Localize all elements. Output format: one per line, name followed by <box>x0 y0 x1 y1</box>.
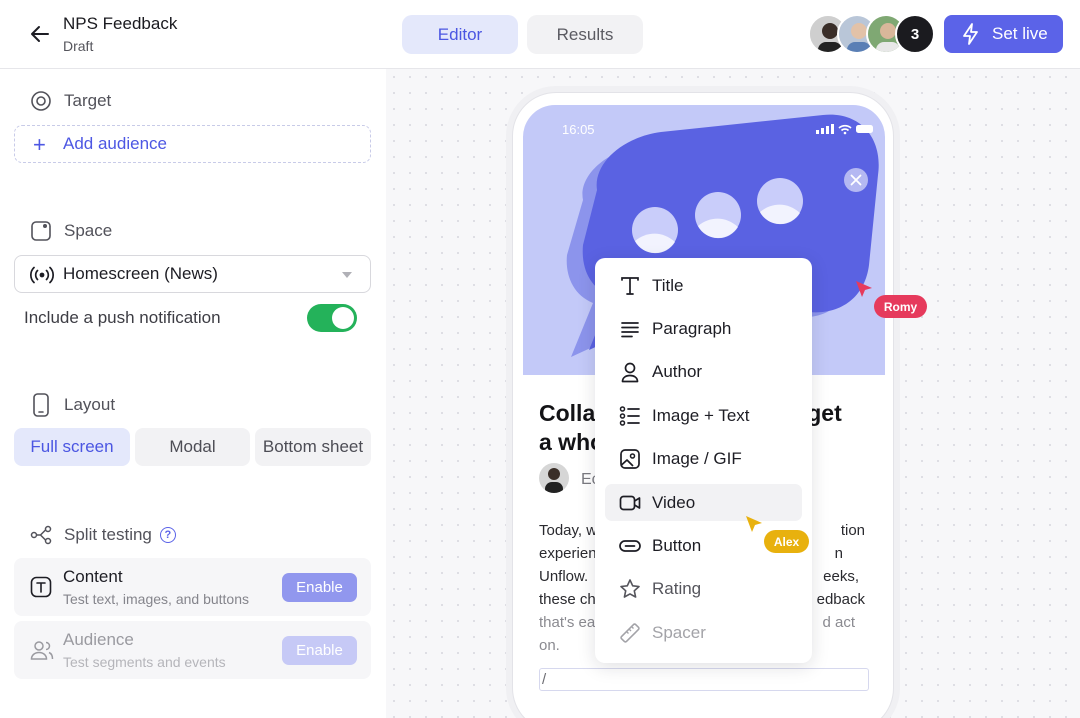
text-box-icon <box>30 576 52 598</box>
help-icon[interactable]: ? <box>159 527 176 543</box>
document-status: Draft <box>63 38 94 54</box>
split-test-audience-card: Audience Test segments and events Enable <box>14 621 371 679</box>
menu-item-spacer[interactable]: Spacer <box>605 614 802 651</box>
menu-item-image-gif[interactable]: Image / GIF <box>605 440 802 477</box>
cursor-pointer-icon <box>856 281 872 297</box>
block-command-input[interactable]: / <box>539 668 869 691</box>
ruler-icon <box>620 623 640 643</box>
status-bar-time: 16:05 <box>562 122 595 137</box>
layout-section-heading: Layout <box>30 393 115 417</box>
set-live-label: Set live <box>992 24 1048 43</box>
document-title: NPS Feedback <box>63 14 178 33</box>
menu-item-image-text[interactable]: Image + Text <box>605 397 802 434</box>
menu-item-author[interactable]: Author <box>605 353 802 390</box>
target-icon <box>31 91 51 111</box>
author-avatar <box>539 463 569 493</box>
plus-icon: + <box>33 132 46 157</box>
layout-option-modal[interactable]: Modal <box>135 428 250 466</box>
settings-sidebar: Target + Add audience Space Homescreen (… <box>0 69 386 718</box>
top-bar: NPS Feedback Draft Editor Results 3 Set … <box>0 0 1080 69</box>
button-icon <box>619 540 641 552</box>
menu-item-video[interactable]: Video <box>605 484 802 521</box>
menu-item-title[interactable]: Title <box>605 267 802 304</box>
cursor-pointer-icon <box>746 516 762 532</box>
space-selected-value: Homescreen (News) <box>63 264 218 283</box>
space-select[interactable]: Homescreen (News) <box>14 255 371 293</box>
status-bar-icons <box>816 124 873 135</box>
broadcast-icon <box>30 266 54 284</box>
person-icon <box>621 362 639 383</box>
layout-option-bottom-sheet[interactable]: Bottom sheet <box>255 428 371 466</box>
back-arrow-icon[interactable] <box>26 20 54 48</box>
list-icon <box>619 406 640 426</box>
push-notification-toggle[interactable] <box>307 304 357 332</box>
enable-content-test-button[interactable]: Enable <box>282 573 357 602</box>
video-icon <box>619 495 641 511</box>
chevron-down-icon <box>342 272 352 278</box>
lightning-icon <box>963 23 978 45</box>
toggle-knob <box>332 307 354 329</box>
layout-option-full-screen[interactable]: Full screen <box>14 428 130 466</box>
split-test-title: Audience <box>63 630 134 649</box>
tab-results[interactable]: Results <box>527 15 643 54</box>
split-icon <box>30 525 52 545</box>
enable-audience-test-button[interactable]: Enable <box>282 636 357 665</box>
menu-item-paragraph[interactable]: Paragraph <box>605 310 802 347</box>
tab-editor[interactable]: Editor <box>402 15 518 54</box>
split-test-title: Content <box>63 567 123 586</box>
paragraph-icon <box>621 322 639 338</box>
space-section-heading: Space <box>30 220 112 242</box>
users-icon <box>30 641 54 660</box>
cursor-label-alex: Alex <box>764 530 809 553</box>
phone-icon <box>33 393 49 417</box>
split-test-content-card: Content Test text, images, and buttons E… <box>14 558 371 616</box>
add-audience-button[interactable]: + Add audience <box>14 125 371 163</box>
split-testing-section-heading: Split testing ? <box>30 524 176 546</box>
cursor-label-romy: Romy <box>874 295 927 318</box>
split-test-subtitle: Test text, images, and buttons <box>63 591 249 607</box>
star-icon <box>620 579 640 598</box>
space-icon <box>31 221 51 241</box>
more-collaborators-count: 3 <box>895 14 935 54</box>
image-icon <box>620 449 640 469</box>
insert-block-menu: Title Paragraph Author Image + Text Imag… <box>595 258 812 663</box>
menu-item-rating[interactable]: Rating <box>605 570 802 607</box>
target-section-heading: Target <box>30 90 111 112</box>
split-test-subtitle: Test segments and events <box>63 654 226 670</box>
push-notification-label: Include a push notification <box>24 308 221 327</box>
set-live-button[interactable]: Set live <box>944 15 1063 53</box>
close-icon[interactable] <box>844 168 868 192</box>
text-icon <box>621 277 639 295</box>
